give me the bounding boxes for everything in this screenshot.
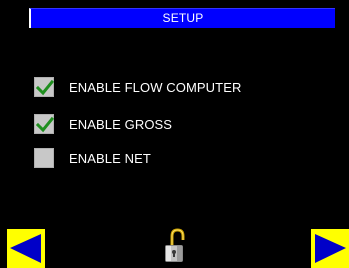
option-enable-gross[interactable]: ENABLE GROSS [34, 114, 172, 134]
checkbox-enable-gross[interactable] [34, 114, 54, 134]
arrow-left-icon [10, 234, 41, 263]
checkbox-enable-flow-computer[interactable] [34, 77, 54, 97]
option-label: ENABLE FLOW COMPUTER [69, 79, 242, 95]
option-label: ENABLE GROSS [69, 116, 173, 132]
option-label: ENABLE NET [69, 150, 151, 166]
option-enable-flow-computer[interactable]: ENABLE FLOW COMPUTER [34, 77, 241, 97]
checkmark-icon [36, 116, 54, 133]
previous-button[interactable] [7, 229, 45, 268]
checkbox-enable-net[interactable] [34, 148, 54, 168]
next-button[interactable] [311, 229, 349, 268]
page-title: SETUP [29, 8, 335, 28]
arrow-right-icon [315, 234, 346, 263]
option-enable-net[interactable]: ENABLE NET [34, 148, 151, 168]
checkmark-icon [36, 79, 54, 96]
unlocked-padlock-icon[interactable] [163, 228, 185, 264]
